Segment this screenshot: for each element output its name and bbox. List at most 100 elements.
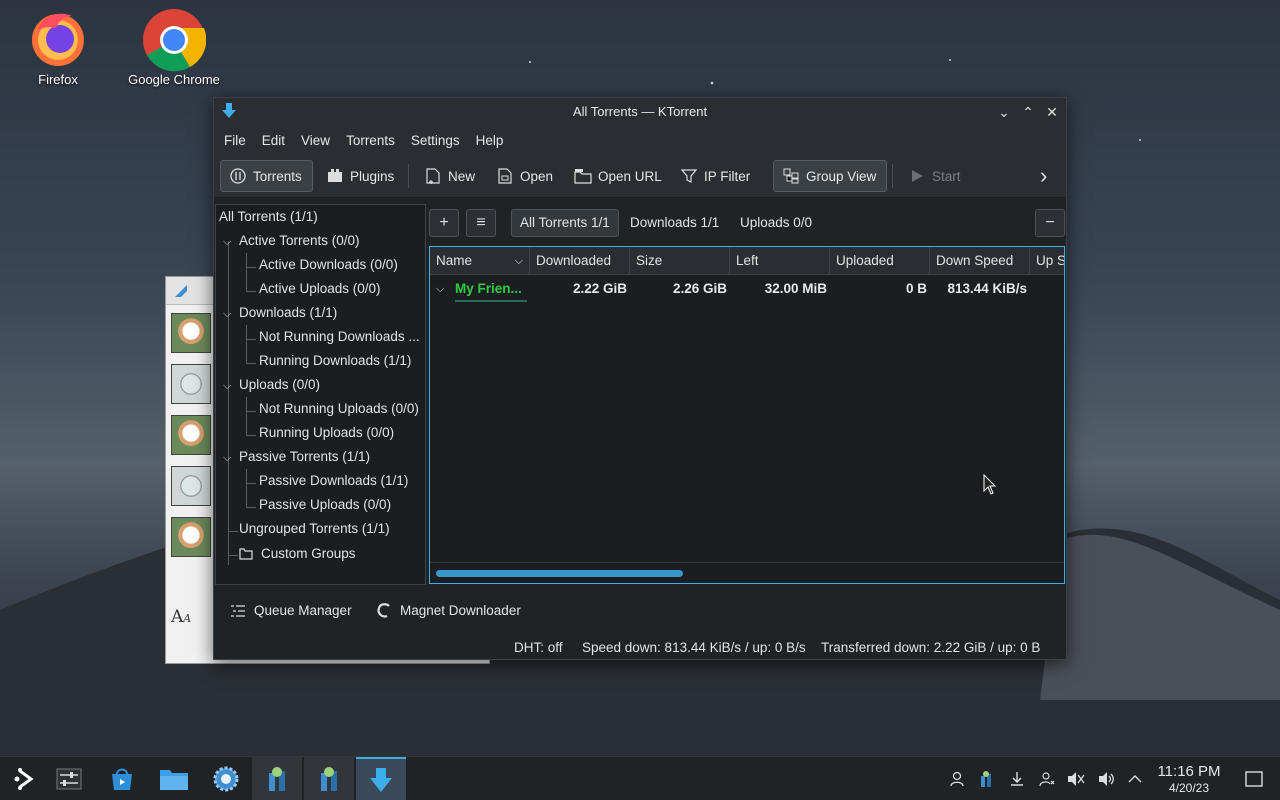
- group-view-button[interactable]: Group View: [773, 160, 887, 192]
- add-view-button[interactable]: +: [429, 209, 459, 237]
- chevron-down-icon[interactable]: ⌵: [223, 309, 233, 320]
- taskbar-task-gallery[interactable]: [252, 757, 302, 800]
- magnet-icon: [377, 603, 390, 618]
- chevron-down-icon[interactable]: ⌵: [223, 381, 233, 392]
- menu-settings[interactable]: Settings: [403, 133, 468, 148]
- taskbar-task-gallery-2[interactable]: [304, 757, 354, 800]
- taskbar: 11:16 PM 4/20/23: [0, 756, 1280, 800]
- chevron-down-icon[interactable]: ⌵: [223, 453, 233, 464]
- application-launcher-icon[interactable]: [0, 757, 50, 800]
- group-view-label: Group View: [806, 168, 877, 184]
- column-header-up-speed[interactable]: Up S: [1030, 247, 1064, 274]
- group-ungrouped-torrents[interactable]: Ungrouped Torrents (1/1): [239, 517, 390, 541]
- column-header-name[interactable]: Name ⌵: [430, 247, 530, 274]
- expand-chevron-icon[interactable]: ⌵: [436, 276, 444, 302]
- network-user-icon[interactable]: [1037, 769, 1057, 789]
- open-label: Open: [520, 168, 554, 184]
- thumbnail-image[interactable]: [171, 466, 211, 506]
- menu-file[interactable]: File: [216, 133, 254, 148]
- status-transferred: Transferred down: 2.22 GiB / up: 0 B: [821, 640, 1041, 655]
- thumbnail-image[interactable]: [171, 364, 211, 404]
- chevron-down-icon[interactable]: ⌵: [223, 237, 233, 248]
- settings-gear-icon[interactable]: [201, 757, 251, 800]
- menu-view[interactable]: View: [293, 133, 338, 148]
- open-button[interactable]: Open: [488, 160, 561, 192]
- group-not-running-uploads[interactable]: Not Running Uploads (0/0): [259, 397, 419, 421]
- desktop-icon-chrome[interactable]: Google Chrome: [119, 8, 229, 87]
- maximize-button[interactable]: ⌃: [1018, 102, 1038, 122]
- ktorrent-window[interactable]: All Torrents — KTorrent ⌄ ⌃ ✕ File Edit …: [213, 97, 1067, 660]
- sort-chevron-icon: ⌵: [514, 255, 523, 267]
- start-button[interactable]: Start: [900, 160, 969, 192]
- minimize-button[interactable]: ⌄: [994, 102, 1014, 122]
- tray-expand-chevron-up-icon[interactable]: [1125, 769, 1145, 789]
- desktop-icon-firefox[interactable]: Firefox: [3, 8, 113, 87]
- group-active-downloads[interactable]: Active Downloads (0/0): [259, 253, 398, 277]
- tab-downloads[interactable]: Downloads 1/1: [622, 209, 727, 237]
- discover-store-icon[interactable]: [97, 757, 147, 800]
- group-not-running-downloads[interactable]: Not Running Downloads ...: [259, 325, 420, 349]
- group-active-uploads[interactable]: Active Uploads (0/0): [259, 277, 381, 301]
- new-file-icon: [424, 167, 442, 185]
- digital-clock[interactable]: 11:16 PM 4/20/23: [1150, 763, 1228, 795]
- file-manager-icon[interactable]: [149, 757, 199, 800]
- system-settings-mixer-icon[interactable]: [44, 757, 94, 800]
- tray-app-icon[interactable]: [976, 769, 996, 789]
- window-titlebar[interactable]: All Torrents — KTorrent ⌄ ⌃ ✕: [214, 98, 1066, 126]
- queue-manager-tab[interactable]: Queue Manager: [230, 598, 352, 624]
- tab-all-torrents[interactable]: All Torrents 1/1: [511, 209, 619, 237]
- group-custom-groups[interactable]: Custom Groups: [239, 542, 356, 566]
- filter-icon: [680, 167, 698, 185]
- horizontal-scrollbar[interactable]: [436, 570, 683, 577]
- magnet-downloader-tab[interactable]: Magnet Downloader: [376, 598, 521, 624]
- thumbnail-image[interactable]: [171, 517, 211, 557]
- column-header-left[interactable]: Left: [730, 247, 830, 274]
- new-button[interactable]: New: [416, 160, 483, 192]
- group-downloads[interactable]: Downloads (1/1): [239, 301, 337, 325]
- torrents-label: Torrents: [253, 168, 302, 184]
- download-icon[interactable]: [1007, 769, 1027, 789]
- thumbnail-image[interactable]: [171, 415, 211, 455]
- thumbnail-image[interactable]: [171, 313, 211, 353]
- column-header-downloaded[interactable]: Downloaded: [530, 247, 630, 274]
- taskbar-task-ktorrent[interactable]: [356, 757, 406, 800]
- group-passive-downloads[interactable]: Passive Downloads (1/1): [259, 469, 408, 493]
- kde-app-icon: [321, 767, 337, 791]
- close-button[interactable]: ✕: [1042, 102, 1062, 122]
- show-desktop-icon[interactable]: [1244, 769, 1264, 789]
- view-menu-button[interactable]: ≡: [466, 209, 496, 237]
- torrents-button[interactable]: Torrents: [220, 160, 313, 192]
- group-passive-uploads[interactable]: Passive Uploads (0/0): [259, 493, 391, 517]
- table-row[interactable]: ⌵ My Frien... 2.22 GiB 2.26 GiB 32.00 Mi…: [430, 276, 1064, 302]
- clock-date: 4/20/23: [1168, 781, 1210, 795]
- group-active-torrents[interactable]: Active Torrents (0/0): [239, 229, 360, 253]
- group-running-downloads[interactable]: Running Downloads (1/1): [259, 349, 411, 373]
- user-icon[interactable]: [947, 769, 967, 789]
- menu-help[interactable]: Help: [468, 133, 512, 148]
- group-all-torrents[interactable]: All Torrents (1/1): [219, 205, 318, 229]
- column-header-size[interactable]: Size: [630, 247, 730, 274]
- menu-edit[interactable]: Edit: [254, 133, 293, 148]
- column-header-down-speed[interactable]: Down Speed: [930, 247, 1030, 274]
- torrent-table[interactable]: Name ⌵ Downloaded Size Left Uploaded Dow…: [429, 246, 1065, 584]
- group-passive-torrents[interactable]: Passive Torrents (1/1): [239, 445, 370, 469]
- menu-bar: File Edit View Torrents Settings Help: [214, 126, 1066, 154]
- volume-icon[interactable]: [1097, 769, 1117, 789]
- ip-filter-button[interactable]: IP Filter: [672, 160, 758, 192]
- menu-torrents[interactable]: Torrents: [338, 133, 403, 148]
- toolbar-overflow-chevron-icon[interactable]: ›: [1036, 160, 1051, 192]
- group-tree[interactable]: All Torrents (1/1) ⌵ Active Torrents (0/…: [215, 204, 426, 585]
- column-header-uploaded[interactable]: Uploaded: [830, 247, 930, 274]
- group-running-uploads[interactable]: Running Uploads (0/0): [259, 421, 394, 445]
- tab-uploads[interactable]: Uploads 0/0: [732, 209, 820, 237]
- table-header: Name ⌵ Downloaded Size Left Uploaded Dow…: [430, 247, 1064, 275]
- open-url-label: Open URL: [598, 168, 662, 184]
- speaker-muted-icon[interactable]: [1066, 769, 1086, 789]
- start-label: Start: [932, 168, 961, 184]
- plugins-button[interactable]: Plugins: [318, 160, 402, 192]
- group-uploads[interactable]: Uploads (0/0): [239, 373, 320, 397]
- mouse-cursor-icon: [983, 474, 997, 495]
- open-url-button[interactable]: Open URL: [566, 160, 670, 192]
- toolbar-separator: [408, 164, 409, 188]
- close-view-button[interactable]: −: [1035, 209, 1065, 237]
